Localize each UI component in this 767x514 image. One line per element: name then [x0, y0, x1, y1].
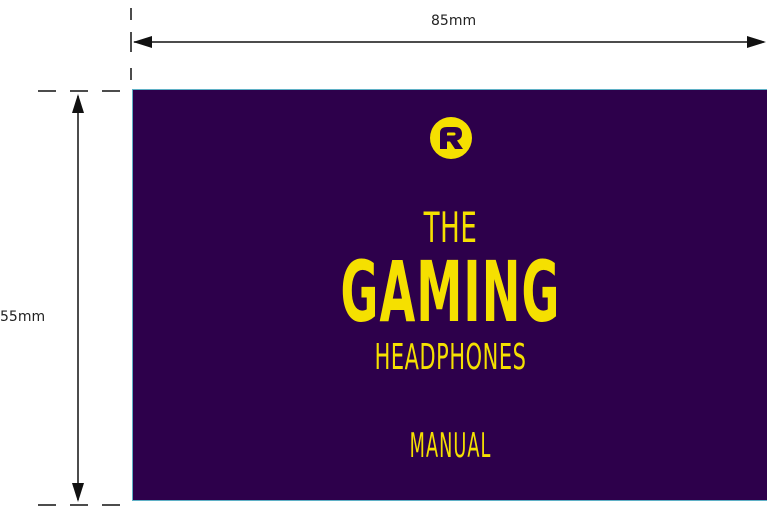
manual-cover-card: THE GAMING HEADPHONES MANUAL: [132, 89, 767, 501]
width-dimension-label: 85mm: [431, 13, 477, 29]
height-arrow-bottom: [72, 483, 84, 502]
width-arrow-right: [747, 36, 766, 48]
height-dimension-label: 55mm: [0, 309, 46, 325]
brand-r-logo-icon: [430, 117, 472, 159]
subtitle-manual: MANUAL: [409, 426, 492, 466]
height-arrow-top: [72, 94, 84, 113]
spec-sheet: 85mm 55mm THE GAMING HEADPHONES MANUAL: [0, 0, 767, 514]
width-arrow-left: [133, 36, 152, 48]
title-line-gaming: GAMING: [340, 243, 561, 341]
title-line-headphones: HEADPHONES: [374, 337, 527, 378]
